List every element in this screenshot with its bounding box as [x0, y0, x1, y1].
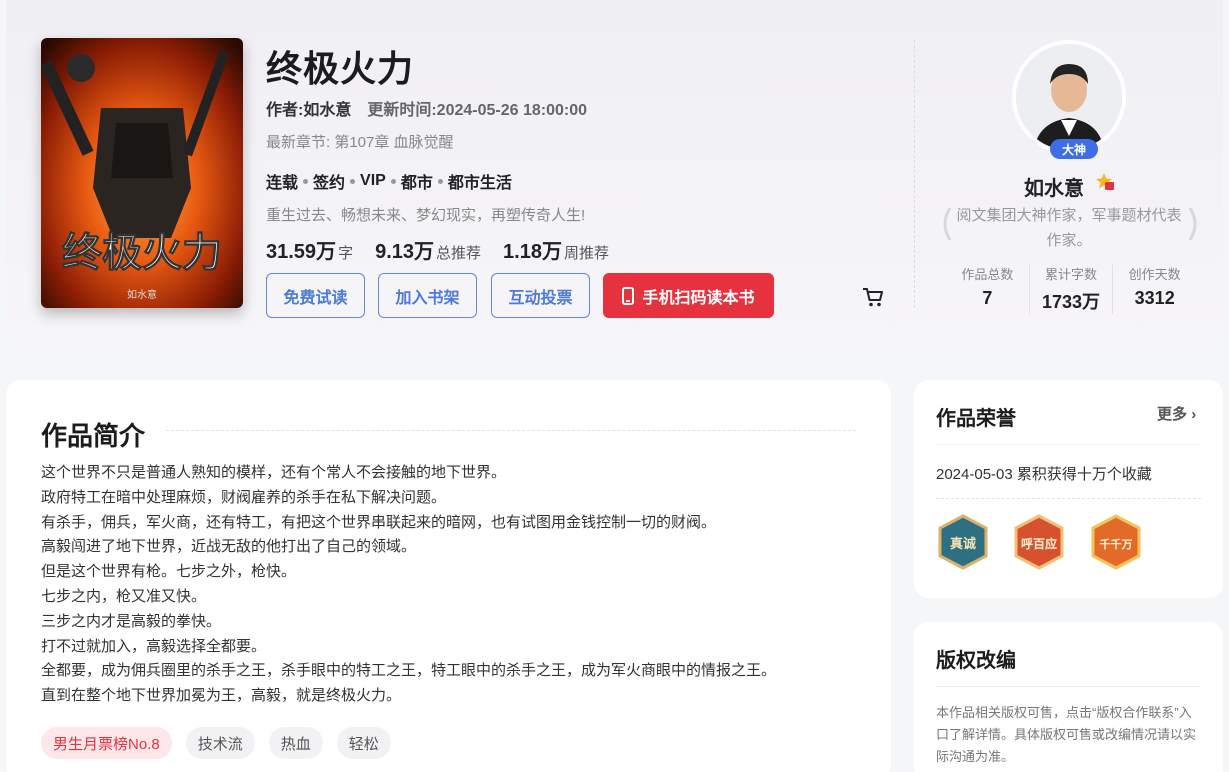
copyright-title: 版权改编 [936, 650, 1016, 672]
tag-category[interactable]: 都市 [401, 169, 433, 193]
author-stat-works: 作品总数 7 [946, 264, 1030, 314]
honor-more-link[interactable]: 更多 › [1157, 403, 1196, 424]
book-title: 终极火力 [266, 48, 415, 89]
author-avatar[interactable] [1012, 40, 1126, 154]
add-shelf-button[interactable]: 加入书架 [378, 273, 477, 318]
cart-icon[interactable] [862, 286, 884, 308]
svg-text:呼百应: 呼百应 [1021, 536, 1057, 551]
honor-divider-dashed [936, 498, 1201, 499]
copyright-divider [936, 686, 1201, 687]
author-name[interactable]: 如水意 [1024, 172, 1084, 201]
tag-signed: 签约 [313, 175, 346, 192]
laurel-left-icon [943, 207, 952, 241]
honor-title: 作品荣誉 [936, 408, 1016, 430]
update-time: 更新时间:2024-05-26 18:00:00 [367, 102, 588, 119]
book-stats: 31.59万字 9.13万 总推荐 1.18万 周推荐 [266, 235, 631, 264]
intro-line: 全都要，成为佣兵圈里的杀手之王，杀手眼中的特工之王，特工眼中的杀手之王，成为军火… [41, 662, 777, 680]
intro-tag[interactable]: 热血 [268, 727, 323, 759]
honor-card: 作品荣誉 更多 › 2024-05-03 累积获得十万个收藏 真诚 呼百应 千千… [914, 380, 1223, 598]
author-level-badge: 大神 [1050, 139, 1098, 159]
copyright-card: 版权改编 本作品相关版权可售，点击“版权合作联系”入口了解详情。具体版权可售或改… [914, 622, 1223, 772]
intro-tag[interactable]: 轻松 [336, 727, 391, 759]
intro-line: 三步之内才是高毅的拳快。 [41, 612, 222, 630]
medal-icon[interactable]: 呼百应 [1012, 514, 1066, 570]
stat-week-recommend: 1.18万 周推荐 [503, 241, 609, 263]
intro-line: 有杀手，佣兵，军火商，还有特工，有把这个世界串联起来的暗网，也有试图用金钱控制一… [41, 513, 717, 531]
intro-line: 七步之内，枪又准又快。 [41, 587, 207, 605]
intro-text: 这个世界不只是普通人熟知的模样，还有个常人不会接触的地下世界。 政府特工在暗中处… [41, 461, 776, 709]
book-meta: 作者:如水意 更新时间:2024-05-26 18:00:00 [266, 96, 587, 120]
scan-read-button[interactable]: 手机扫码读本书 [603, 273, 774, 318]
author-stat-days: 创作天数 3312 [1128, 267, 1181, 308]
honor-item: 2024-05-03 累积获得十万个收藏 [936, 466, 1152, 483]
vote-button[interactable]: 互动投票 [491, 273, 590, 318]
author-stat-words: 累计字数 1733万 [1030, 264, 1114, 314]
svg-text:真诚: 真诚 [950, 536, 976, 552]
intro-title-divider [166, 430, 856, 431]
phone-icon [622, 286, 635, 305]
intro-line: 但是这个世界有枪。七步之外，枪快。 [41, 563, 297, 581]
medal-icon[interactable]: 千千万 [1089, 514, 1143, 570]
author-rank-icon [1096, 173, 1114, 190]
tag-status: 连载 [266, 175, 299, 192]
medal-icon[interactable]: 真诚 [936, 514, 990, 570]
author-link[interactable]: 作者:如水意 [266, 102, 351, 119]
latest-chapter[interactable]: 最新章节: 第107章 血脉觉醒 [266, 131, 454, 152]
book-slogan: 重生过去、畅想未来、梦幻现实，再塑传奇人生! [266, 207, 586, 224]
rank-tag[interactable]: 男生月票榜No.8 [41, 727, 172, 759]
cover-author-text: 如水意 [127, 288, 157, 301]
intro-line: 政府特工在暗中处理麻烦，财阀雇养的杀手在私下解决问题。 [41, 488, 447, 506]
laurel-right-icon [1188, 207, 1197, 241]
tag-subcategory[interactable]: 都市生活 [448, 169, 512, 193]
intro-card: 作品简介 这个世界不只是普通人熟知的模样，还有个常人不会接触的地下世界。 政府特… [6, 380, 891, 772]
stat-words: 31.59万字 [266, 241, 354, 263]
free-trial-button[interactable]: 免费试读 [266, 273, 365, 318]
tag-vip: VIP [360, 172, 386, 189]
copyright-text: 本作品相关版权可售，点击“版权合作联系”入口了解详情。具体版权可售或改编情况请以… [936, 705, 1197, 764]
book-cover[interactable]: 终极火力 如水意 [41, 38, 243, 308]
intro-line: 打不过就加入，高毅选择全都要。 [41, 637, 267, 655]
author-stats: 作品总数 7 累计字数 1733万 创作天数 3312 [946, 264, 1196, 314]
intro-title: 作品简介 [41, 421, 146, 451]
author-description: 阅文集团大神作家，军事题材代表作家。 [956, 207, 1182, 249]
svg-text:千千万: 千千万 [1100, 537, 1133, 551]
intro-line: 高毅闯进了地下世界，近战无敌的他打出了自己的领域。 [41, 538, 417, 556]
intro-line: 直到在整个地下世界加冕为王，高毅，就是终极火力。 [41, 687, 402, 705]
cover-title-text: 终极火力 [62, 229, 222, 276]
intro-line: 这个世界不只是普通人熟知的模样，还有个常人不会接触的地下世界。 [41, 464, 507, 481]
chevron-right-icon: › [1191, 406, 1197, 423]
book-tags: 连载 签约 VIP 都市 都市生活 [266, 169, 512, 193]
intro-tags: 男生月票榜No.8 技术流 热血 轻松 [41, 727, 405, 759]
stat-total-recommend: 9.13万 总推荐 [375, 241, 482, 263]
intro-tag[interactable]: 技术流 [185, 727, 255, 759]
header-divider [914, 40, 915, 308]
honor-divider [936, 444, 1201, 445]
